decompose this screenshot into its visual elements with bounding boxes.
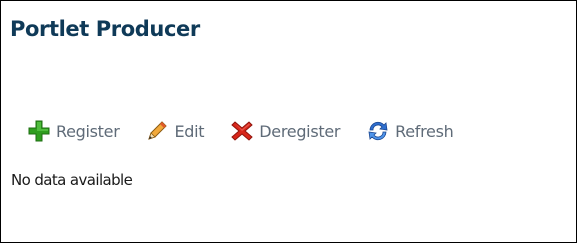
edit-button[interactable]: Edit [145,119,205,143]
delete-x-icon [230,119,254,143]
register-button[interactable]: Register [27,119,120,143]
empty-table-message: No data available [11,171,133,189]
deregister-label: Deregister [259,121,341,141]
refresh-icon [366,119,390,143]
register-label: Register [56,121,120,141]
deregister-button[interactable]: Deregister [230,119,340,143]
page-title: Portlet Producer [10,17,200,41]
pencil-icon [145,119,169,143]
edit-label: Edit [174,121,205,141]
portlet-producer-panel: Portlet Producer Register Edit Deregiste… [0,0,577,243]
refresh-button[interactable]: Refresh [366,119,454,143]
plus-icon [27,119,51,143]
refresh-label: Refresh [395,121,454,141]
toolbar: Register Edit Deregister Refresh [27,117,454,145]
